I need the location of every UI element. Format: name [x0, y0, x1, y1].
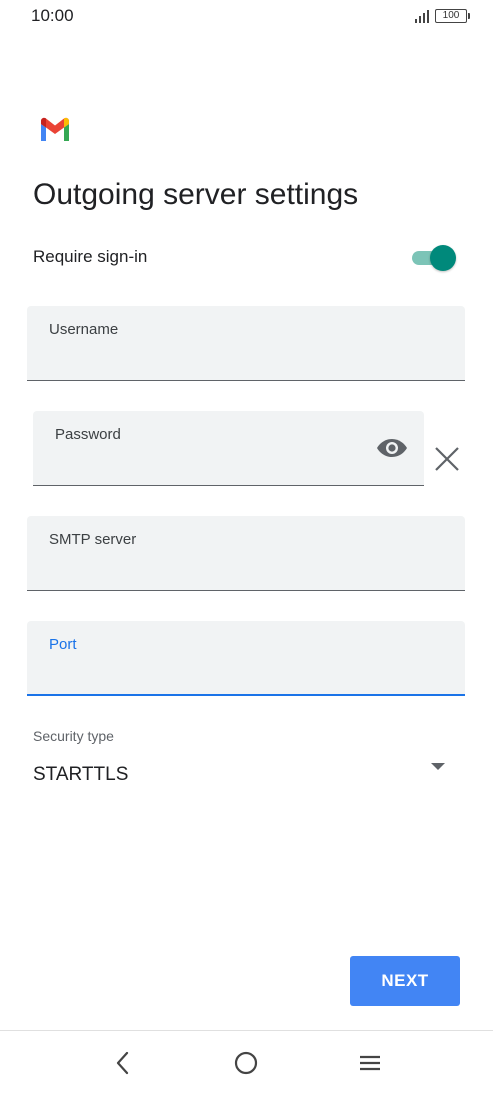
- dropdown-arrow-icon: [431, 763, 445, 770]
- battery-icon: 100: [435, 9, 470, 23]
- username-field[interactable]: Username: [27, 306, 465, 381]
- password-field[interactable]: Password: [33, 411, 424, 486]
- username-label: Username: [49, 321, 119, 338]
- menu-icon[interactable]: [355, 1048, 385, 1078]
- home-icon[interactable]: [231, 1048, 261, 1078]
- port-field[interactable]: Port: [27, 621, 465, 696]
- password-input[interactable]: [55, 451, 364, 473]
- smtp-server-field[interactable]: SMTP server: [27, 516, 465, 591]
- toggle-thumb: [430, 245, 456, 271]
- back-icon[interactable]: [108, 1048, 138, 1078]
- smtp-server-input[interactable]: [49, 556, 405, 578]
- page-title: Outgoing server settings: [33, 178, 359, 211]
- username-input[interactable]: [49, 346, 405, 368]
- screen: 10:00 100 Outgoing server settings Requi…: [0, 0, 493, 1096]
- signal-icon: [415, 9, 429, 23]
- port-input[interactable]: [49, 661, 405, 683]
- require-signin-toggle[interactable]: [410, 245, 456, 271]
- password-label: Password: [55, 426, 121, 443]
- security-type-value: STARTTLS: [33, 764, 129, 785]
- next-button[interactable]: NEXT: [350, 956, 460, 1006]
- require-signin-label: Require sign-in: [33, 247, 148, 266]
- status-time: 10:00: [31, 6, 74, 25]
- status-icons: 100: [415, 9, 470, 23]
- nav-divider: [0, 1030, 493, 1031]
- gmail-logo: [41, 117, 69, 141]
- eye-icon[interactable]: [376, 437, 408, 459]
- port-label: Port: [49, 636, 77, 653]
- close-icon[interactable]: [433, 445, 461, 473]
- smtp-server-label: SMTP server: [49, 531, 137, 548]
- security-type-label: Security type: [33, 728, 114, 744]
